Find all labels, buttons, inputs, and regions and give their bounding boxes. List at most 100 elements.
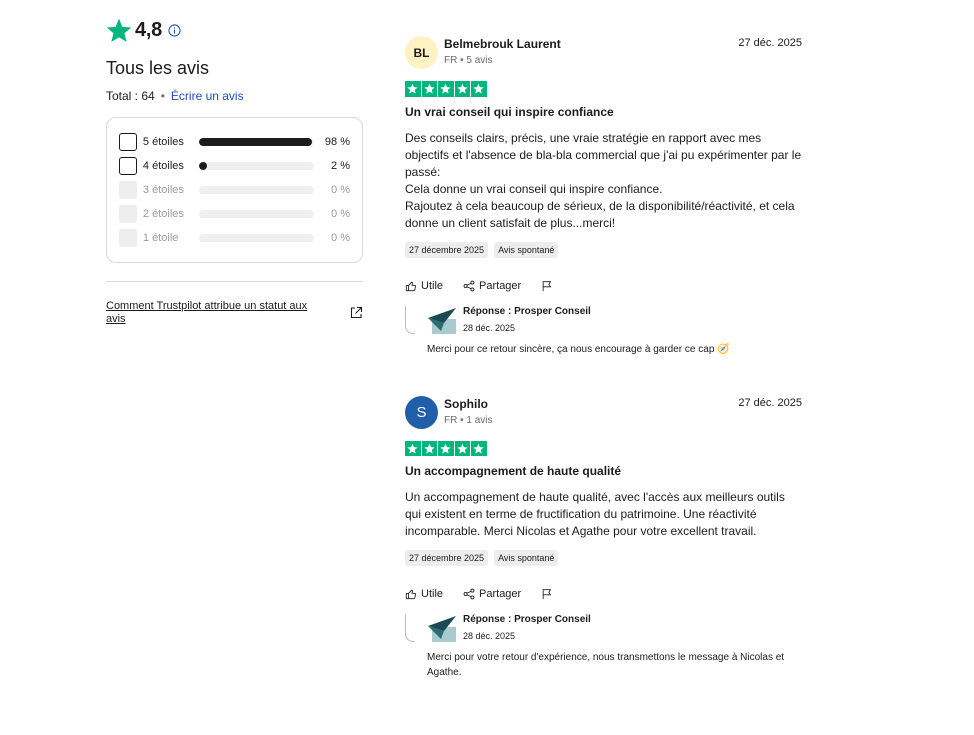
review-text-line: Cela donne un vrai conseil qui inspire c… xyxy=(405,181,663,196)
trust-status-link[interactable]: Comment Trustpilot attribue un statut au… xyxy=(106,300,316,326)
review-card: S Sophilo FR • 1 avis 27 déc. 2025 Un ac… xyxy=(405,395,802,681)
report-button[interactable] xyxy=(541,280,557,292)
reply-header: Réponse : Prosper Conseil 28 déc. 2025 xyxy=(427,614,802,644)
experience-date-tag: 27 décembre 2025 xyxy=(405,241,489,258)
distribution-bar xyxy=(198,210,315,218)
review-actions: Utile Partager xyxy=(405,280,802,292)
distribution-label: 2 étoiles xyxy=(142,208,184,220)
author-name[interactable]: Sophilo xyxy=(444,397,493,411)
info-icon[interactable] xyxy=(168,23,181,37)
useful-label: Utile xyxy=(421,588,444,600)
distribution-bar xyxy=(198,138,315,146)
experience-date-tag: 27 décembre 2025 xyxy=(405,550,489,566)
avatar[interactable]: S xyxy=(405,395,438,429)
reply-connector xyxy=(405,305,415,334)
distribution-row-2: 2 étoiles 0 % xyxy=(119,202,350,226)
total-row: Total : 64 • Écrire un avis xyxy=(106,89,363,103)
reply-text: Merci pour votre retour d'expérience, no… xyxy=(427,652,785,678)
reply-title: Réponse : Prosper Conseil xyxy=(463,305,591,317)
reply-info: Réponse : Prosper Conseil 28 déc. 2025 xyxy=(463,306,591,333)
flag-icon xyxy=(542,589,552,600)
useful-button[interactable]: Utile xyxy=(405,280,443,292)
filter-checkbox-1 xyxy=(119,229,137,247)
rating-distribution-filter: 5 étoiles 98 % 4 étoiles 2 % 3 étoiles 0… xyxy=(106,117,363,263)
author-meta: FR • 1 avis xyxy=(444,414,493,426)
distribution-percent: 2 % xyxy=(331,160,350,172)
author-info: Sophilo FR • 1 avis xyxy=(444,397,493,426)
useful-label: Utile xyxy=(421,279,444,292)
review-body: Un accompagnement de haute qualité, avec… xyxy=(405,489,802,540)
star-icon xyxy=(471,81,487,97)
review-date: 27 déc. 2025 xyxy=(738,396,802,409)
review-body: Des conseils clairs, précis, une vraie s… xyxy=(405,130,802,232)
star-icon xyxy=(471,440,487,456)
star-icon xyxy=(421,440,437,456)
filter-checkbox-4[interactable] xyxy=(119,157,137,175)
distribution-label: 4 étoiles xyxy=(142,160,184,172)
reply-connector xyxy=(405,614,415,642)
distribution-label: 5 étoiles xyxy=(142,136,184,148)
distribution-percent: 0 % xyxy=(331,232,350,244)
author-name[interactable]: Belmebrouk Laurent xyxy=(444,37,561,51)
divider xyxy=(106,281,363,282)
star-icon xyxy=(438,440,454,456)
distribution-bar xyxy=(198,234,315,242)
external-link-icon[interactable] xyxy=(349,306,363,320)
separator-dot: • xyxy=(160,89,165,103)
star-icon xyxy=(454,440,470,456)
share-label: Partager xyxy=(479,279,522,292)
star-icon xyxy=(438,81,454,97)
review-title[interactable]: Un vrai conseil qui inspire confiance xyxy=(405,105,802,119)
review-title[interactable]: Un accompagnement de haute qualité xyxy=(405,464,802,478)
review-actions: Utile Partager xyxy=(405,588,802,600)
company-reply: Réponse : Prosper Conseil 28 déc. 2025 M… xyxy=(405,614,802,680)
review-text-line: Un accompagnement de haute qualité, avec… xyxy=(405,490,785,538)
review-tags: 27 décembre 2025 Avis spontané xyxy=(405,241,802,258)
thumbs-up-icon xyxy=(405,281,416,291)
reply-title: Réponse : Prosper Conseil xyxy=(463,614,591,625)
review-tags: 27 décembre 2025 Avis spontané xyxy=(405,550,802,566)
review-date: 27 déc. 2025 xyxy=(738,37,802,49)
company-logo xyxy=(428,616,456,642)
flag-icon xyxy=(542,280,552,291)
share-button[interactable]: Partager xyxy=(463,588,521,600)
reply-date: 28 déc. 2025 xyxy=(463,631,516,641)
distribution-bar-fill xyxy=(198,138,312,146)
distribution-row-4[interactable]: 4 étoiles 2 % xyxy=(119,154,350,178)
rating-value: 4,8 xyxy=(135,18,162,41)
distribution-row-1: 1 étoile 0 % xyxy=(119,226,350,250)
distribution-percent: 0 % xyxy=(331,208,350,220)
star-icon xyxy=(405,81,421,97)
distribution-percent: 98 % xyxy=(324,136,350,148)
distribution-bar-fill xyxy=(198,162,207,170)
distribution-row-3: 3 étoiles 0 % xyxy=(119,178,350,202)
star-rating xyxy=(405,440,802,456)
share-icon xyxy=(463,588,475,600)
author-meta: FR • 5 avis xyxy=(444,55,493,66)
company-reply: Réponse : Prosper Conseil 28 déc. 2025 M… xyxy=(405,305,802,357)
review-text-line: Rajoutez à cela beaucoup de sérieux, de … xyxy=(405,198,795,230)
report-button[interactable] xyxy=(541,588,557,600)
star-icon xyxy=(106,18,132,42)
company-logo xyxy=(428,307,456,334)
filter-checkbox-5[interactable] xyxy=(119,133,137,151)
avatar[interactable]: BL xyxy=(405,36,438,69)
reply-info: Réponse : Prosper Conseil 28 déc. 2025 xyxy=(463,614,591,641)
review-card: BL Belmebrouk Laurent FR • 5 avis 27 déc… xyxy=(405,36,802,357)
star-icon xyxy=(421,81,437,97)
filter-checkbox-2 xyxy=(119,205,137,223)
review-type-tag: Avis spontané xyxy=(494,241,559,258)
star-icon xyxy=(405,440,421,456)
review-header: BL Belmebrouk Laurent FR • 5 avis 27 déc… xyxy=(405,36,802,72)
distribution-label: 1 étoile xyxy=(142,232,179,244)
reply-text: Merci pour ce retour sincère, ça nous en… xyxy=(427,343,730,355)
distribution-bar xyxy=(198,186,315,194)
rating-summary-panel: 4,8 Tous les avis Total : 64 • Écrire un… xyxy=(106,14,363,326)
share-button[interactable]: Partager xyxy=(463,280,521,292)
write-review-link[interactable]: Écrire un avis xyxy=(171,89,244,103)
useful-button[interactable]: Utile xyxy=(405,588,443,600)
distribution-row-5[interactable]: 5 étoiles 98 % xyxy=(119,130,350,154)
rating-header: 4,8 xyxy=(106,14,363,46)
star-icon xyxy=(454,81,470,97)
distribution-percent: 0 % xyxy=(331,184,350,196)
